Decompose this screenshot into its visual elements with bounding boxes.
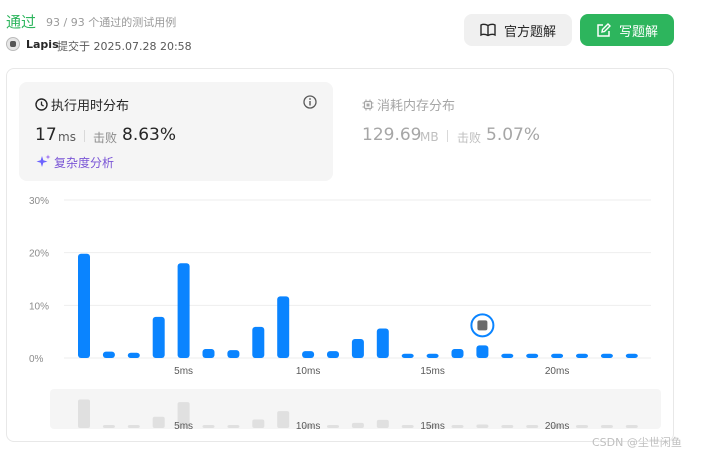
chart-bar[interactable] xyxy=(501,353,514,358)
avatar-icon xyxy=(477,320,488,331)
chart-bar[interactable] xyxy=(625,353,638,358)
chart-bar[interactable] xyxy=(252,326,265,358)
chart-bar[interactable] xyxy=(351,339,364,358)
overview-bar xyxy=(501,425,514,428)
chart-bar[interactable] xyxy=(401,353,414,358)
x-tick-label: 20ms xyxy=(545,366,569,377)
y-tick-label: 30% xyxy=(29,196,49,207)
overview-bar xyxy=(526,425,539,428)
chart-bar[interactable] xyxy=(600,353,613,358)
y-tick-label: 20% xyxy=(29,249,49,260)
y-tick-label: 10% xyxy=(29,301,49,312)
overview-tick-label: 10ms xyxy=(296,421,320,432)
overview-bar xyxy=(376,419,389,428)
overview-bar xyxy=(277,411,290,428)
chart-bar[interactable] xyxy=(327,351,339,358)
chart-bar[interactable] xyxy=(127,352,140,358)
chart-bar[interactable] xyxy=(102,351,115,358)
overview-tick-label: 5ms xyxy=(174,421,193,432)
overview-bar xyxy=(127,425,140,428)
chart-bar[interactable] xyxy=(227,350,240,358)
overview-bar xyxy=(600,425,613,428)
overview-bar xyxy=(102,425,115,428)
chart-bar[interactable] xyxy=(78,253,90,358)
overview-bar xyxy=(78,399,90,428)
overview-bar xyxy=(351,422,364,428)
overview-bar xyxy=(451,425,464,428)
overview-bar xyxy=(327,425,339,428)
chart-bar[interactable] xyxy=(202,349,215,358)
chart-bar[interactable] xyxy=(576,353,588,358)
chart-bar[interactable] xyxy=(152,316,165,358)
overview-tick-label: 20ms xyxy=(545,421,569,432)
chart-bar[interactable] xyxy=(376,328,389,358)
overview-bar xyxy=(252,419,265,428)
x-tick-label: 15ms xyxy=(420,366,444,377)
chart-bar[interactable] xyxy=(476,345,489,358)
chart-bar[interactable] xyxy=(277,296,290,358)
x-tick-label: 10ms xyxy=(296,366,320,377)
overview-bar xyxy=(202,425,215,428)
y-tick-label: 0% xyxy=(29,354,44,365)
x-tick-label: 5ms xyxy=(174,366,193,377)
overview-bar xyxy=(576,425,588,428)
chart-bar[interactable] xyxy=(177,263,190,358)
overview-bar xyxy=(476,424,489,428)
chart-bar[interactable] xyxy=(526,353,539,358)
chart-bar[interactable] xyxy=(426,353,439,358)
overview-bar xyxy=(401,425,414,428)
overview-bar xyxy=(625,425,638,428)
runtime-distribution-chart[interactable]: 0% 10% 20% 30% 5ms 10ms 15ms 20ms 5ms 10ms 15ms 20m… xyxy=(0,0,703,455)
overview-bar xyxy=(227,425,240,428)
chart-bar[interactable] xyxy=(302,351,315,358)
overview-tick-label: 15ms xyxy=(420,421,444,432)
chart-bar[interactable] xyxy=(551,353,564,358)
chart-bar[interactable] xyxy=(451,349,464,358)
watermark: CSDN @尘世闲鱼 xyxy=(592,436,682,449)
overview-bar xyxy=(152,416,165,428)
